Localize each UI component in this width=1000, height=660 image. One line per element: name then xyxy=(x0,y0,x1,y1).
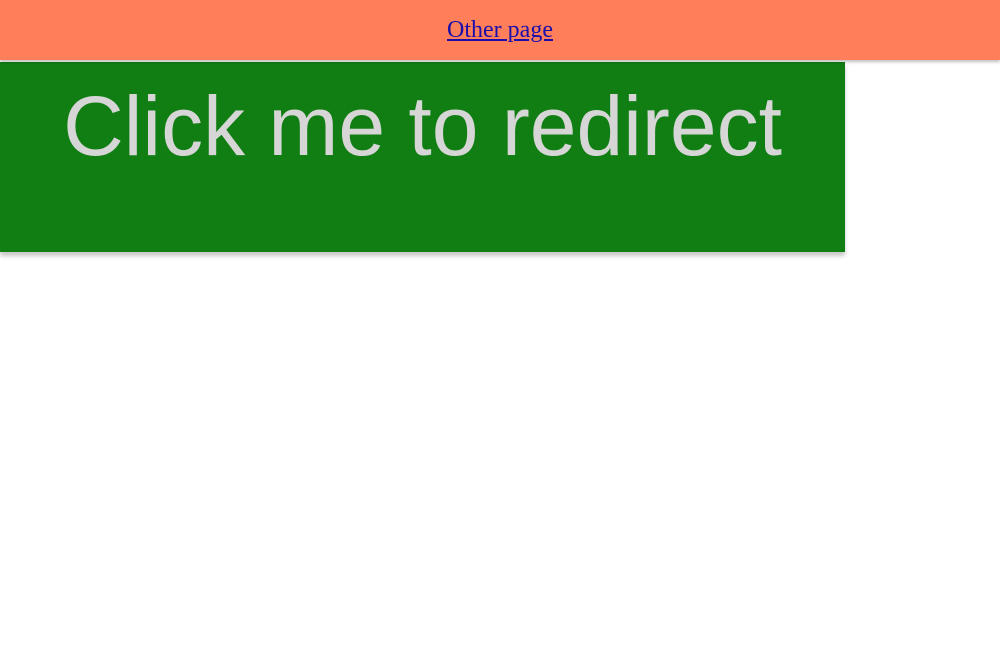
top-header-bar: Other page xyxy=(0,0,1000,60)
redirect-button-label: Click me to redirect xyxy=(63,79,782,173)
redirect-button[interactable]: Click me to redirect xyxy=(0,62,845,252)
other-page-link[interactable]: Other page xyxy=(447,18,553,42)
